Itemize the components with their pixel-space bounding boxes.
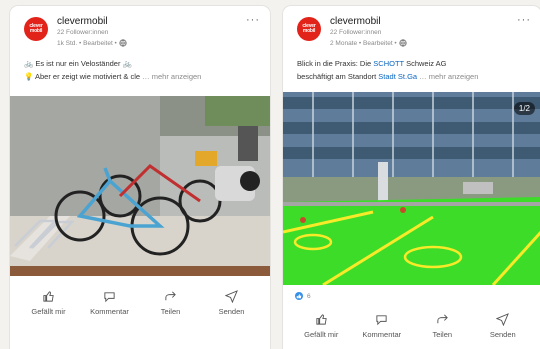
send-icon <box>496 313 510 326</box>
post-text-pre: Blick in die Praxis: Die <box>297 59 374 68</box>
avatar-logo-text: clever mobil <box>302 23 316 34</box>
post-image-parking[interactable]: 1/2 <box>283 92 540 285</box>
share-label: Teilen <box>160 307 181 316</box>
post-image-bikes[interactable] <box>10 96 270 276</box>
author-avatar[interactable]: clever mobil <box>24 17 48 41</box>
like-reaction-icon <box>295 292 303 300</box>
post-text-post: Schweiz AG <box>403 59 447 68</box>
avatar-logo-text: clever mobil <box>29 23 43 34</box>
see-more-link[interactable]: … mehr anzeigen <box>419 72 478 81</box>
location-mention-link[interactable]: Stadt St.Ga <box>378 72 417 81</box>
like-icon <box>43 291 54 302</box>
more-options-icon[interactable]: ··· <box>246 14 260 26</box>
post-text-line-2: beschäftigt am Standort Stadt St.Ga … me… <box>297 72 478 81</box>
post-text-line-1: Blick in die Praxis: Die SCHOTT Schweiz … <box>297 59 447 68</box>
image-counter: 1/2 <box>513 102 535 115</box>
post-meta: 1k Std. • Bearbeitet • <box>57 39 127 47</box>
send-icon <box>225 290 238 303</box>
send-button[interactable]: Senden <box>478 313 528 339</box>
like-button[interactable]: Gefällt mir <box>296 313 346 339</box>
comment-button[interactable]: Kommentar <box>85 290 135 316</box>
post-meta-text: 2 Monate • Bearbeitet • <box>330 39 397 47</box>
reaction-count: 6 <box>307 292 311 300</box>
globe-icon <box>119 39 127 47</box>
post-meta: 2 Monate • Bearbeitet • <box>330 39 407 47</box>
like-label: Gefällt mir <box>304 330 339 339</box>
send-label: Senden <box>489 330 516 339</box>
comment-button[interactable]: Kommentar <box>357 313 407 339</box>
company-mention-link[interactable]: SCHOTT <box>373 59 404 68</box>
reaction-summary[interactable]: 6 <box>295 292 311 300</box>
post-text-line-1: 🚲 Es ist nur ein Veloständer 🚲 <box>24 59 132 68</box>
charging-parking-photo <box>283 92 540 285</box>
send-button[interactable]: Senden <box>207 290 257 316</box>
globe-icon <box>399 39 407 47</box>
author-avatar[interactable]: clever mobil <box>297 17 321 41</box>
post-meta-text: 1k Std. • Bearbeitet • <box>57 39 117 47</box>
like-icon <box>316 314 327 325</box>
bike-rack-photo <box>10 96 270 276</box>
post-text-line-2: 💡 Aber er zeigt wie motiviert & cle … me… <box>24 72 201 81</box>
post-text-pre-2: beschäftigt am Standort <box>297 72 379 81</box>
share-icon <box>165 291 176 301</box>
share-label: Teilen <box>432 330 453 339</box>
post-text-snippet: 💡 Aber er zeigt wie motiviert & cle <box>24 72 141 81</box>
post-card-1: clever mobil clevermobil 22 Follower:inn… <box>10 6 270 349</box>
like-button[interactable]: Gefällt mir <box>24 290 74 316</box>
post-card-2: clever mobil clevermobil 22 Follower:inn… <box>283 6 540 349</box>
author-name[interactable]: clevermobil <box>330 16 381 27</box>
like-label: Gefällt mir <box>31 307 66 316</box>
share-icon <box>437 314 448 324</box>
send-label: Senden <box>218 307 245 316</box>
comment-icon <box>376 315 387 326</box>
action-bar: Gefällt mir Kommentar Teilen Senden <box>10 290 270 316</box>
share-button[interactable]: Teilen <box>146 290 196 316</box>
action-bar: Gefällt mir Kommentar Teilen Senden <box>283 313 540 339</box>
follower-count: 22 Follower:innen <box>330 29 382 36</box>
follower-count: 22 Follower:innen <box>57 29 109 36</box>
comment-label: Kommentar <box>362 330 402 339</box>
author-name[interactable]: clevermobil <box>57 16 108 27</box>
more-options-icon[interactable]: ··· <box>517 14 531 26</box>
comment-label: Kommentar <box>90 307 129 316</box>
comment-icon <box>104 292 115 303</box>
share-button[interactable]: Teilen <box>417 313 467 339</box>
see-more-link[interactable]: … mehr anzeigen <box>142 72 201 81</box>
